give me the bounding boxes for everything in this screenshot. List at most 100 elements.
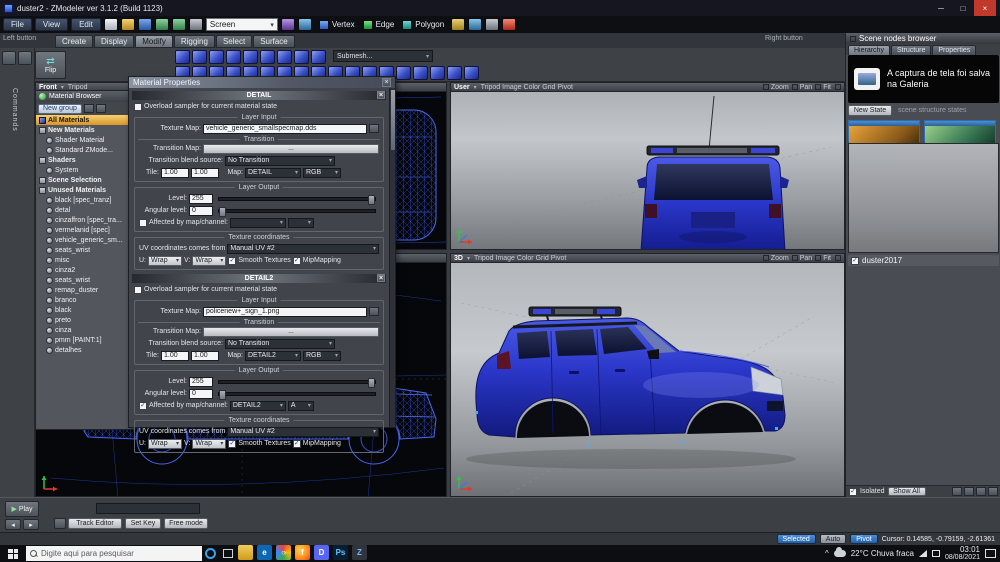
ribbon-tab[interactable]: Modify [135,35,173,48]
level-field[interactable]: 255 [189,194,213,204]
ribbon-tab[interactable]: Surface [253,35,295,48]
filter-icon[interactable] [952,487,962,496]
material-tree-item[interactable]: cinza [36,325,135,335]
add-material-icon[interactable] [84,104,94,113]
menu-item[interactable]: View [35,18,68,31]
dialog-close-icon[interactable]: × [382,78,391,87]
edge-mode-button[interactable]: Edge [359,18,399,31]
mipmapping-checkbox[interactable]: ✓ [293,257,301,265]
viewport-3d[interactable]: 3D▾ Tripod Image Color Grid Pivot ZoomPa… [450,253,845,497]
angular-level-field[interactable]: 0 [189,389,213,399]
transition-map-button[interactable]: ... [203,144,379,154]
sort-icon[interactable] [964,487,974,496]
angular-level-slider[interactable] [218,209,376,213]
mirror-icon[interactable] [468,18,482,31]
material-tree-item[interactable]: Unused Materials [36,185,135,195]
next-frame-icon[interactable]: ▸ [23,519,39,530]
level-field[interactable]: 255 [189,377,213,387]
smooth-textures-checkbox[interactable]: ✓ [228,257,236,265]
prev-frame-icon[interactable]: ◂ [5,519,21,530]
texture-slot-icon[interactable] [396,66,411,80]
viewport-menu[interactable]: Tripod Image Color Grid Pivot [474,255,566,262]
viewport-3d-canvas[interactable] [451,263,844,496]
zmodeler-icon[interactable]: Z [350,545,369,562]
channel-select[interactable]: RGB [303,351,341,361]
maximize-button[interactable]: □ [952,0,974,16]
set-key-button[interactable]: Set Key [125,518,161,529]
scene-browser-tab[interactable]: Hierarchy [848,45,890,55]
submesh-dropdown[interactable]: Submesh... [333,50,433,62]
pivot-badge[interactable]: Pivot [850,534,878,544]
material-tree-item[interactable]: Shaders [36,155,135,165]
material-tree-item[interactable]: vehicle_generic_sm... [36,235,135,245]
affected-channel-select[interactable]: A [288,401,314,411]
texture-browse-icon[interactable] [369,307,379,316]
flip-tool-button[interactable]: ⇄ Flip [35,51,66,79]
material-tree-item[interactable]: black [36,305,135,315]
affected-map-select[interactable] [230,218,286,228]
new-group-button[interactable]: New group [38,104,82,114]
new-scene-icon[interactable] [104,18,118,31]
material-tree-item[interactable]: Scene Selection [36,175,135,185]
key-icon[interactable] [54,518,66,529]
material-tree-item[interactable]: seats_wrist [36,275,135,285]
material-tree-item[interactable]: Shader Material [36,135,135,145]
affected-checkbox[interactable]: ✓ [139,402,147,410]
u-wrap-select[interactable]: Wrap [148,256,182,266]
show-all-button[interactable]: Show All [888,487,926,496]
v-wrap-select[interactable]: Wrap [192,256,226,266]
viewport-user[interactable]: User▾ Tripod Image Color Grid Pivot Zoom… [450,82,845,250]
save-icon[interactable] [138,18,152,31]
material-tree-item[interactable]: New Materials [36,125,135,135]
minimize-button[interactable]: ─ [930,0,952,16]
explorer-icon[interactable] [236,545,255,562]
network-icon[interactable] [919,550,927,557]
delete-material-icon[interactable] [96,104,106,113]
blend-source-select[interactable]: No Transition [225,339,335,349]
viewport-control[interactable]: Fit [815,255,831,262]
weather-text[interactable]: 22°C Chuva fraca [851,549,914,558]
taskbar-clock[interactable]: 03:01 08/08/2021 [945,546,980,562]
material-tree-item[interactable]: vermelanid [spec] [36,225,135,235]
animation-select[interactable] [96,503,200,514]
channel-select[interactable]: RGB [303,168,341,178]
texture-slot-icon[interactable] [209,50,224,64]
dialog-titlebar[interactable]: Material Properties × [129,77,395,88]
tile-v-field[interactable]: 1.00 [191,168,219,178]
viewport-control[interactable]: Zoom [763,84,789,91]
ribbon-tab[interactable]: Create [55,35,93,48]
collapse-icon[interactable] [988,487,998,496]
snap-icon[interactable] [451,18,465,31]
material-tree-item[interactable]: black [spec_tranz] [36,195,135,205]
tray-overflow-icon[interactable]: ^ [825,549,829,558]
free-mode-button[interactable]: Free mode [164,518,208,529]
texture-slot-icon[interactable] [447,66,462,80]
viewport-control[interactable]: Pan [792,255,812,262]
menu-item[interactable]: File [3,18,32,31]
section-header-detail2[interactable]: DETAIL2 × [132,274,386,283]
render-icon[interactable] [281,18,295,31]
affected-channel-select[interactable] [288,218,314,228]
photoshop-icon[interactable]: Ps [331,545,350,562]
texture-browse-icon[interactable] [369,124,379,133]
viewport-user-canvas[interactable] [451,92,844,249]
material-tree-item[interactable]: System [36,165,135,175]
new-state-button[interactable]: New State [848,105,892,116]
scene-node-row[interactable]: ✓ duster2017 [848,255,999,266]
texture-map-field[interactable]: vehicle_generic_smallspecmap.dds [203,124,367,134]
settings-icon[interactable] [189,18,203,31]
v-wrap-select[interactable]: Wrap [192,439,226,449]
play-button[interactable]: ▶ Play [5,501,39,517]
material-tree-item[interactable]: All Materials [36,115,135,125]
texture-slot-icon[interactable] [260,50,275,64]
track-editor-button[interactable]: Track Editor [68,518,122,529]
ribbon-tab[interactable]: Select [216,35,252,48]
level-slider[interactable] [218,380,376,384]
texture-slot-icon[interactable] [430,66,445,80]
start-button[interactable] [0,545,26,562]
dialog-scrollbar[interactable] [389,88,395,427]
delete-mode-icon[interactable] [502,18,516,31]
edge-icon[interactable]: e [255,545,274,562]
affected-map-select[interactable]: DETAIL2 [230,401,286,411]
tile-u-field[interactable]: 1.00 [161,168,189,178]
